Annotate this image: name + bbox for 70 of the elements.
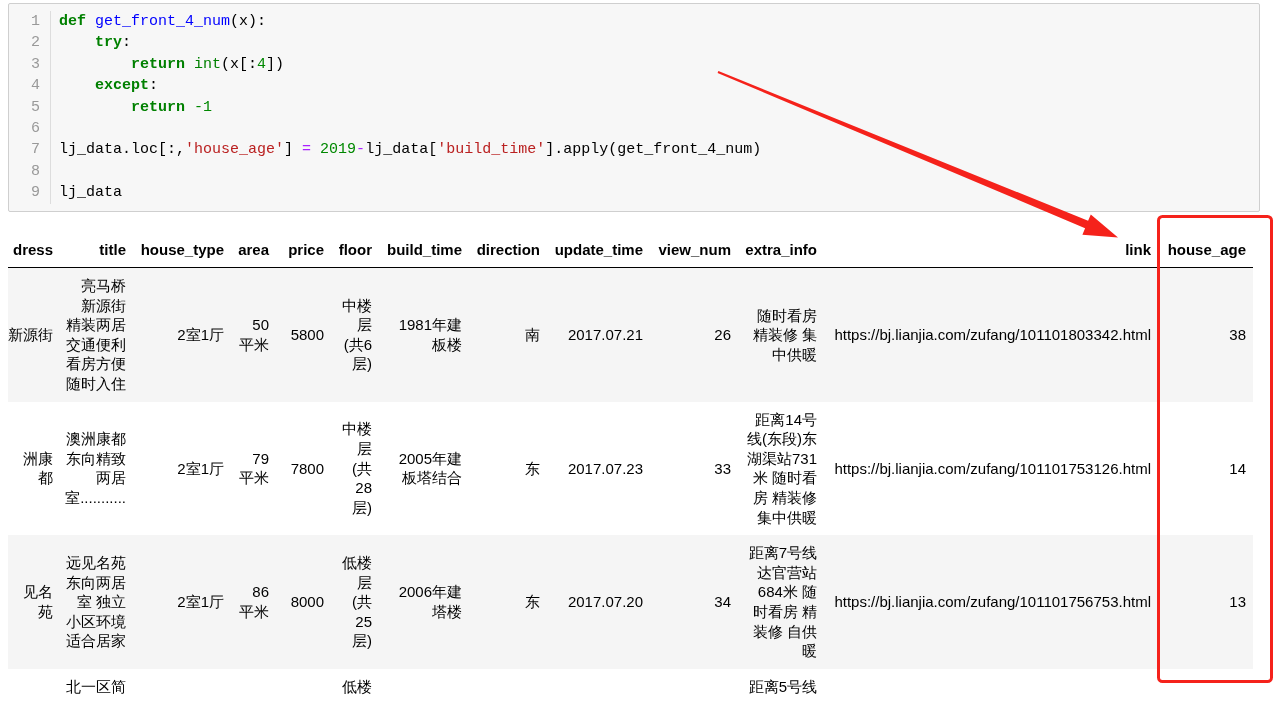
- table-cell: 东: [469, 535, 547, 669]
- table-cell: https://bj.lianjia.com/zufang/101101753126.html: [824, 401, 1158, 536]
- table-cell: 见名 苑: [8, 535, 57, 669]
- column-header: extra_info: [738, 231, 824, 268]
- table-cell: 38: [1158, 267, 1253, 402]
- column-header: build_time: [379, 231, 469, 268]
- table-cell: 2017.07.21: [547, 267, 650, 402]
- table-cell: 新源街: [8, 267, 57, 402]
- table-cell: 33: [650, 401, 738, 536]
- table-cell: 距离5号线: [738, 668, 824, 705]
- table-cell: 亮马桥 新源街 精装两居 交通便利 看房方便 随时入住: [57, 267, 133, 402]
- table-cell: 13: [1158, 535, 1253, 669]
- table-cell: 50平米: [231, 267, 276, 402]
- table-cell: https://bj.lianjia.com/zufang/101101756753.html: [824, 535, 1158, 669]
- table-cell: 34: [650, 535, 738, 669]
- table-cell: 中楼层(共28层): [331, 401, 379, 536]
- table-cell: 2室1厅: [133, 535, 231, 669]
- column-header: price: [276, 231, 331, 268]
- table-cell: 2017.07.23: [547, 401, 650, 536]
- table-cell: 远见名苑 东向两居 室 独立 小区环境 适合居家: [57, 535, 133, 669]
- column-header: direction: [469, 231, 547, 268]
- table-cell: 1981年建板楼: [379, 267, 469, 402]
- column-header: dress: [8, 231, 57, 268]
- code-line: return int(x[:4]): [131, 55, 285, 73]
- column-header: house_type: [133, 231, 231, 268]
- table-cell: https://bj.lianjia.com/zufang/101101803342.html: [824, 267, 1158, 402]
- code-line: def get_front_4_num(x):: [59, 13, 267, 30]
- table-cell: 2室1厅: [133, 401, 231, 536]
- line-number: 4: [31, 77, 40, 95]
- table-cell: 2室1厅: [133, 267, 231, 402]
- column-header: update_time: [547, 231, 650, 268]
- column-header: floor: [331, 231, 379, 268]
- line-number: 2: [31, 34, 40, 52]
- line-number: 5: [31, 98, 40, 116]
- table-cell: 中楼层(共6层): [331, 267, 379, 402]
- table-cell: 86平米: [231, 535, 276, 669]
- column-header: area: [231, 231, 276, 268]
- table-cell: 东: [469, 401, 547, 536]
- table-cell: 2006年建塔楼: [379, 535, 469, 669]
- table-cell: 距离7号线达官营站684米 随时看房 精装修 自供暖: [738, 535, 824, 669]
- code-line: lj_data.loc[:,'house_age'] = 2019-lj_data['build_time'].apply(get_front_4_num): [59, 141, 762, 159]
- table-cell: 26: [650, 267, 738, 402]
- column-header: house_age: [1158, 231, 1253, 268]
- table-cell: 北一区简: [57, 668, 133, 705]
- table-cell: 低楼层(共25层): [331, 535, 379, 669]
- table-cell: 洲康 都: [8, 401, 57, 536]
- code-line: except:: [95, 77, 159, 95]
- line-number: 8: [31, 162, 40, 180]
- table-cell: 南: [469, 267, 547, 402]
- table-cell: 距离14号线(东段)东湖渠站731米 随时看房 精装修集中供暖: [738, 401, 824, 536]
- line-number: 3: [31, 55, 40, 73]
- line-number: 9: [31, 184, 40, 202]
- table-cell: 7800: [276, 401, 331, 536]
- table-cell: 14: [1158, 401, 1253, 536]
- code-line: lj_data: [59, 184, 122, 202]
- column-header: title: [57, 231, 133, 268]
- code-line: return -1: [131, 98, 213, 116]
- line-number: 1: [31, 13, 40, 30]
- table-cell: 低楼: [331, 668, 379, 705]
- table-cell: 随时看房精装修 集中供暖: [738, 267, 824, 402]
- code-line: try:: [95, 34, 132, 52]
- table-cell: 5800: [276, 267, 331, 402]
- table-cell: 2005年建板塔结合: [379, 401, 469, 536]
- line-number: 7: [31, 141, 40, 159]
- table-cell: 79平米: [231, 401, 276, 536]
- table-cell: 8000: [276, 535, 331, 669]
- table-cell: 2017.07.20: [547, 535, 650, 669]
- table-cell: 澳洲康都 东向精致 两居 室...........: [57, 401, 133, 536]
- column-header: view_num: [650, 231, 738, 268]
- line-number: 6: [31, 119, 40, 137]
